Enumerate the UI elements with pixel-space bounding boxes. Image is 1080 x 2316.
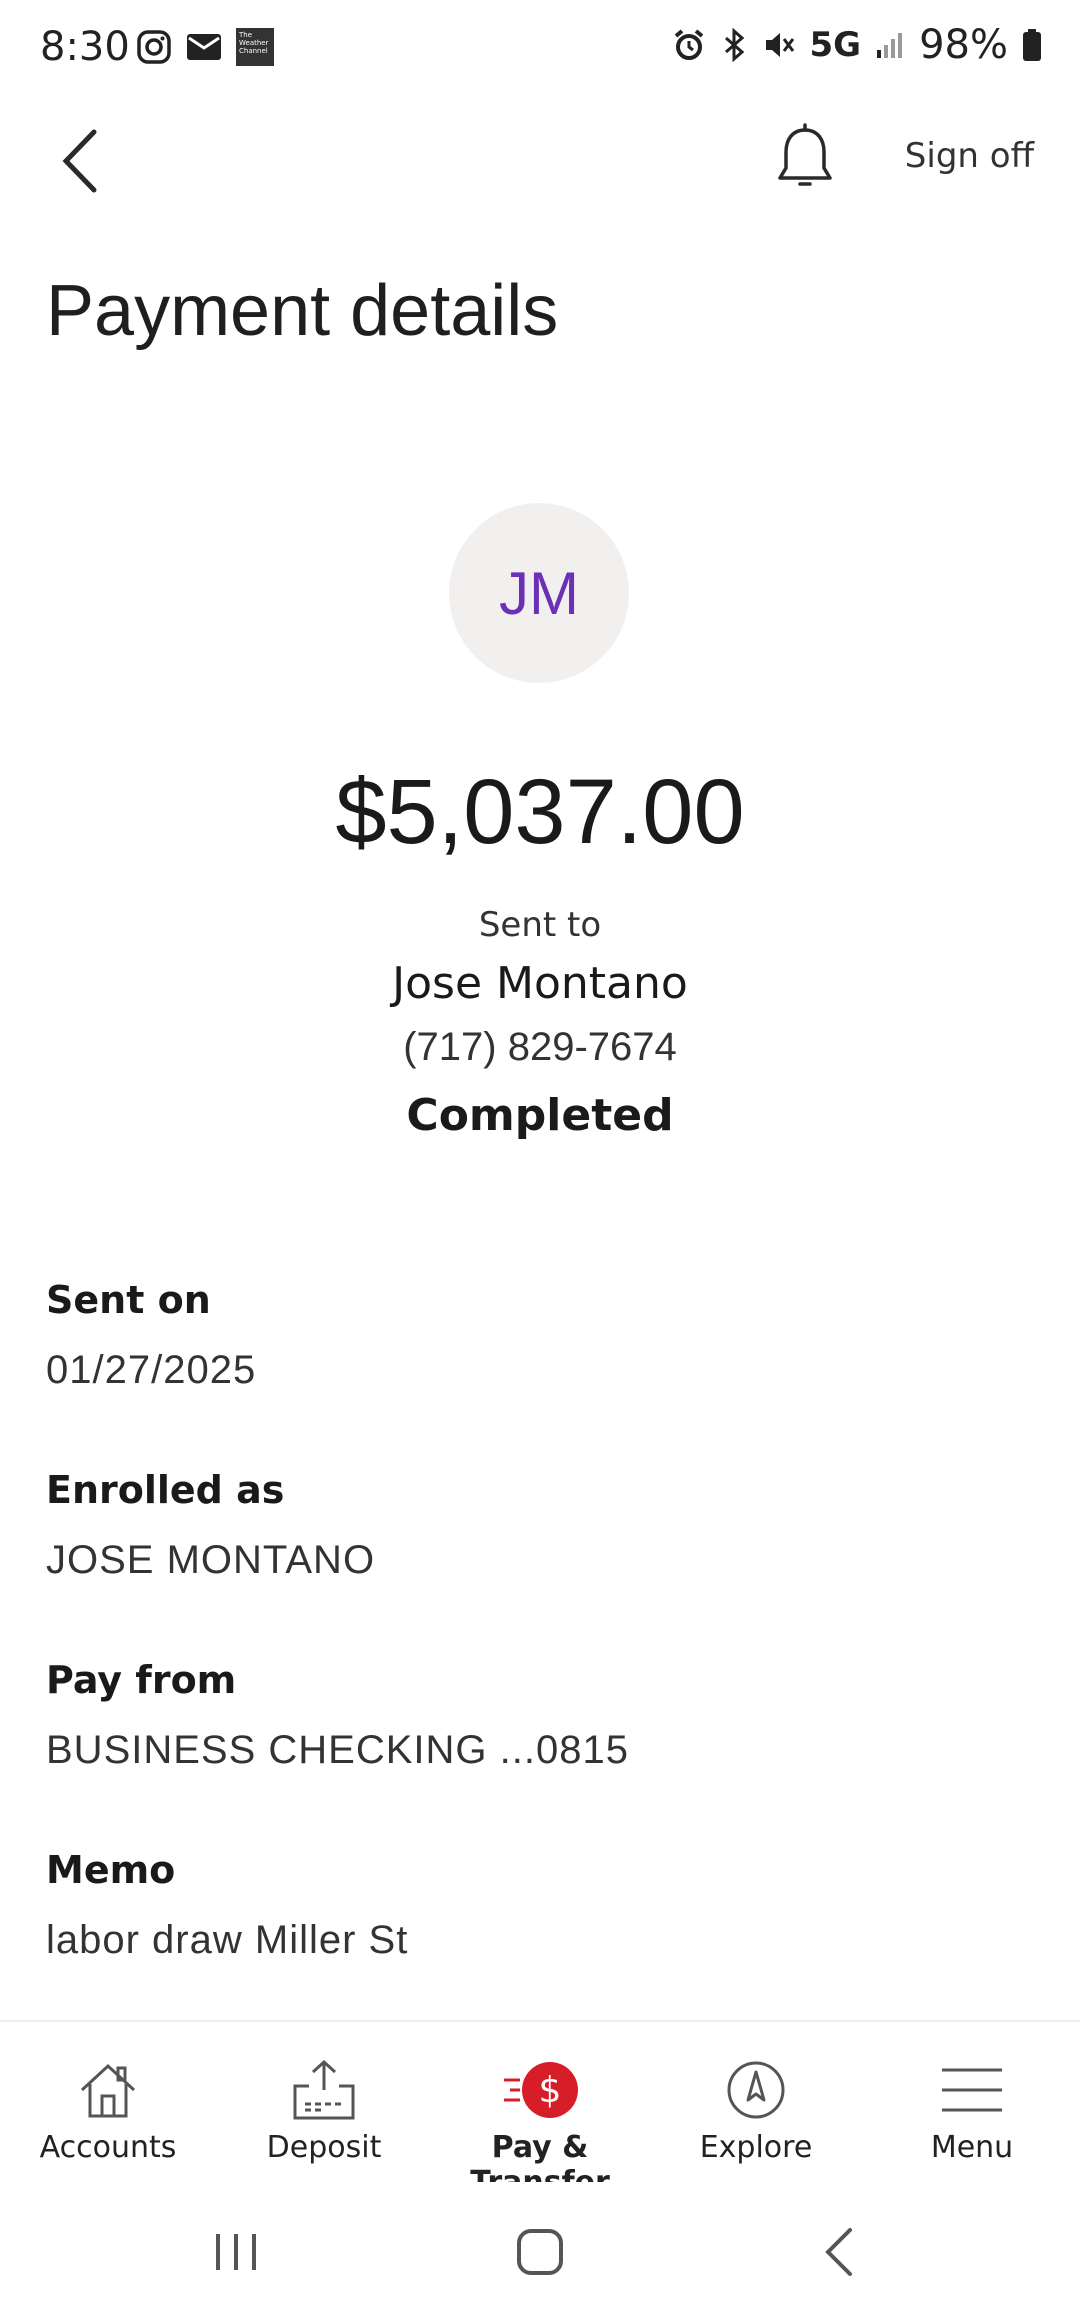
compass-icon (727, 2061, 785, 2119)
detail-enrolled-as: Enrolled as JOSE MONTANO (46, 1468, 375, 1583)
bottom-navigation: Accounts Deposit $ Pay & Transfer Explor… (0, 2020, 1080, 2200)
signal-icon (877, 33, 903, 58)
detail-sent-on: Sent on 01/27/2025 (46, 1278, 256, 1393)
deposit-icon (293, 2059, 355, 2120)
alarm-icon (674, 29, 703, 60)
home-button[interactable] (500, 2212, 580, 2292)
notifications-button[interactable] (770, 120, 840, 200)
payment-amount: $5,037.00 (335, 761, 745, 863)
detail-label: Sent on (46, 1278, 211, 1322)
nav-label: Deposit (266, 2130, 382, 2165)
page-title: Payment details (46, 271, 559, 351)
nav-accounts[interactable]: Accounts (0, 2022, 216, 2182)
detail-value: JOSE MONTANO (46, 1538, 376, 1582)
payment-status: Completed (406, 1090, 674, 1141)
weather-channel-icon: The Weather Channel (236, 28, 274, 66)
detail-pay-from: Pay from BUSINESS CHECKING ...0815 (46, 1658, 629, 1773)
nav-label: Menu (930, 2130, 1014, 2165)
back-button[interactable] (50, 116, 110, 206)
system-back-icon (825, 2228, 852, 2276)
pay-transfer-icon: $ (504, 2062, 578, 2118)
instagram-icon (137, 30, 171, 64)
status-time: 8:30 (40, 24, 130, 70)
avatar-initials: JM (499, 559, 579, 627)
mail-icon (187, 34, 221, 60)
chevron-left-icon (62, 129, 97, 193)
detail-memo: Memo labor draw Miller St (46, 1848, 408, 1963)
nav-menu[interactable]: Menu (864, 2022, 1080, 2182)
home-circle-icon (517, 2229, 563, 2275)
recipient-avatar: JM (449, 503, 629, 683)
nav-deposit[interactable]: Deposit (216, 2022, 432, 2182)
bluetooth-icon (724, 28, 744, 62)
home-icon (80, 2063, 136, 2118)
mute-icon (765, 33, 794, 57)
bell-icon (778, 123, 832, 186)
recipient-phone: (717) 829-7674 (403, 1025, 677, 1069)
detail-value: 01/27/2025 (46, 1348, 257, 1392)
svg-text:$: $ (539, 2070, 562, 2111)
battery-percent: 98% (919, 22, 1008, 68)
nav-pay-transfer[interactable]: $ Pay & Transfer (432, 2022, 648, 2200)
detail-label: Memo (46, 1848, 176, 1892)
nav-label: Explore (699, 2130, 813, 2165)
detail-label: Enrolled as (46, 1468, 285, 1512)
system-back-button[interactable] (800, 2212, 880, 2292)
hamburger-menu-icon (942, 2068, 1002, 2112)
detail-label: Pay from (46, 1658, 237, 1702)
weather-badge-text: The Weather Channel (239, 31, 269, 55)
recent-apps-button[interactable] (196, 2212, 276, 2292)
network-type: 5G (809, 25, 862, 65)
notification-icons: The Weather Channel (136, 28, 274, 66)
recent-apps-icon (216, 2234, 256, 2270)
recipient-name: Jose Montano (392, 958, 688, 1009)
nav-label: Accounts (39, 2130, 177, 2165)
sent-to-label: Sent to (478, 905, 602, 945)
detail-value: BUSINESS CHECKING ...0815 (46, 1728, 629, 1772)
detail-value: labor draw Miller St (46, 1918, 409, 1962)
nav-explore[interactable]: Explore (648, 2022, 864, 2182)
sign-off-link[interactable]: Sign off (905, 136, 1034, 176)
app-header: Sign off (0, 110, 1080, 230)
system-navigation-bar (0, 2182, 1080, 2316)
status-bar: 8:30 The Weather Channel 5G 98% (0, 0, 1080, 100)
system-indicators: 5G 98% (672, 22, 1042, 68)
battery-icon (1023, 29, 1041, 61)
